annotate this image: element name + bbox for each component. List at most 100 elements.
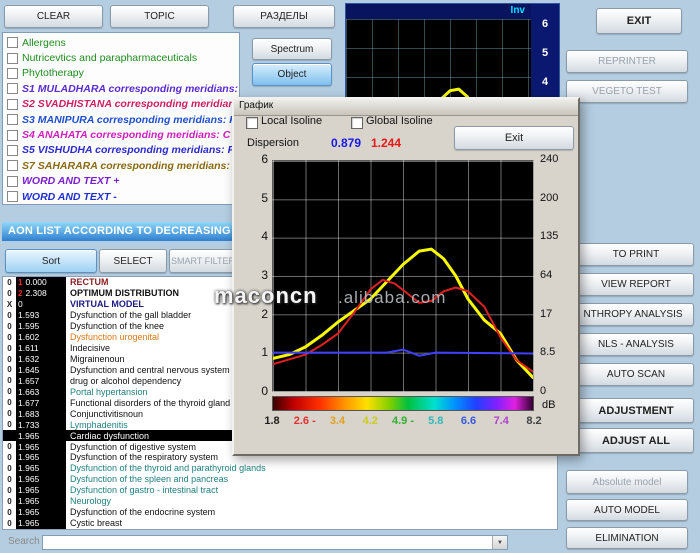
checkbox-icon[interactable] xyxy=(7,145,18,156)
object-button[interactable]: Object xyxy=(252,63,332,86)
row-check-cell[interactable]: 0 xyxy=(3,453,16,462)
category-tree: AllergensNutricevtics and parapharmaceut… xyxy=(2,32,240,205)
tree-item[interactable]: Allergens xyxy=(5,35,239,50)
row-check-cell[interactable]: 0 xyxy=(3,333,16,342)
row-value: 1.611 xyxy=(18,343,39,353)
checkbox-icon[interactable] xyxy=(7,176,18,187)
row-check-cell[interactable]: 0 xyxy=(3,398,16,407)
checkbox-icon[interactable] xyxy=(7,37,18,48)
tree-item-label: S1 MULADHARA corresponding meridians: RP… xyxy=(22,83,240,95)
enthropy-analysis-button[interactable]: NTHROPY ANALYSIS xyxy=(572,303,694,326)
checkbox-icon[interactable] xyxy=(7,130,18,141)
checkbox-icon[interactable] xyxy=(7,83,18,94)
row-value-cell: 1.965 xyxy=(16,507,66,518)
row-check-cell[interactable]: 0 xyxy=(3,508,16,517)
smart-filter-button[interactable]: SMART FILTER xyxy=(169,249,237,273)
row-check-cell[interactable]: 0 xyxy=(3,409,16,418)
row-check-cell[interactable]: 0 xyxy=(3,387,16,396)
tree-item[interactable]: Nutricevtics and parapharmaceuticals xyxy=(5,50,239,65)
nls-analysis-button[interactable]: NLS - ANALYSIS xyxy=(578,333,694,356)
tree-item[interactable]: WORD AND TEXT + xyxy=(5,174,239,189)
clear-button[interactable]: CLEAR xyxy=(4,5,103,28)
tree-item[interactable]: S7 SAHARARA corresponding meridians: VC … xyxy=(5,158,239,173)
row-value-cell: 1.663 xyxy=(16,386,66,397)
tree-item[interactable]: S1 MULADHARA corresponding meridians: RP… xyxy=(5,81,239,96)
table-row[interactable]: 01.965Dysfunction of the endocrine syste… xyxy=(3,507,557,518)
table-row[interactable]: 01.965Dysfunction of the thyroid and par… xyxy=(3,463,557,474)
dialog-titlebar[interactable]: График xyxy=(234,99,578,116)
checkbox-icon[interactable] xyxy=(7,53,18,64)
row-check-cell[interactable]: 0 xyxy=(3,486,16,495)
table-row[interactable]: 01.965Neurology xyxy=(3,496,557,507)
adjustment-button[interactable]: ADJUSTMENT xyxy=(578,398,694,423)
checkbox-icon[interactable] xyxy=(7,114,18,125)
row-check-cell[interactable]: 0 xyxy=(3,278,16,287)
dialog-exit-button[interactable]: Exit xyxy=(454,126,574,150)
table-row[interactable]: 01.965Dysfunction of the spleen and panc… xyxy=(3,474,557,485)
table-row[interactable]: 01.965Dysfunction of gastro - intestinal… xyxy=(3,485,557,496)
spectrum-button[interactable]: Spectrum xyxy=(252,38,332,60)
vegeto-test-button[interactable]: VEGETO TEST xyxy=(566,80,688,103)
y-axis-tick-left: 0 xyxy=(244,384,268,398)
y-axis-tick-right: 8.5 xyxy=(540,346,576,358)
row-check-cell[interactable]: 0 xyxy=(3,344,16,353)
row-check-cell[interactable]: X xyxy=(3,300,16,309)
row-check-cell[interactable]: 0 xyxy=(3,464,16,473)
row-check-cell[interactable]: 0 xyxy=(3,289,16,298)
dropdown-arrow-icon[interactable]: ▼ xyxy=(492,536,507,549)
y-axis-tick-right: 240 xyxy=(540,153,576,165)
to-print-button[interactable]: TO PRINT xyxy=(578,243,694,266)
row-check-cell[interactable]: 0 xyxy=(3,519,16,528)
row-check-cell[interactable]: 0 xyxy=(3,442,16,451)
global-isoline-checkbox[interactable] xyxy=(351,117,363,129)
row-check-cell[interactable]: 0 xyxy=(3,322,16,331)
row-check-cell[interactable]: 0 xyxy=(3,355,16,364)
row-value: 1.965 xyxy=(18,496,39,506)
adjust-all-button[interactable]: ADJUST ALL xyxy=(578,428,694,453)
row-value-cell: 1.965 xyxy=(16,430,66,441)
row-value: 1.602 xyxy=(18,332,39,342)
auto-model-button[interactable]: AUTO MODEL xyxy=(566,499,688,521)
row-value-cell: 0 xyxy=(16,299,66,310)
elimination-button[interactable]: ELIMINATION xyxy=(566,527,688,549)
y-axis-tick-left: 4 xyxy=(244,229,268,243)
select-button[interactable]: SELECT xyxy=(99,249,167,273)
row-check-cell[interactable]: 0 xyxy=(3,365,16,374)
tree-item[interactable]: WORD AND TEXT - xyxy=(5,189,239,204)
row-check-cell[interactable]: 0 xyxy=(3,475,16,484)
tree-item[interactable]: S4 ANAHATA corresponding meridians: C + … xyxy=(5,127,239,142)
reprinter-button[interactable]: REPRINTER xyxy=(566,50,688,73)
row-check-cell[interactable]: 0 xyxy=(3,311,16,320)
view-report-button[interactable]: VIEW REPORT xyxy=(578,273,694,296)
exit-button[interactable]: EXIT xyxy=(596,8,682,34)
checkbox-icon[interactable] xyxy=(7,191,18,202)
row-check-cell[interactable]: 0 xyxy=(3,376,16,385)
table-row[interactable]: 01.965Cystic breast xyxy=(3,518,557,529)
absolute-model-button[interactable]: Absolute model xyxy=(566,470,688,494)
search-combobox[interactable]: ▼ xyxy=(42,535,508,550)
x-axis-tick: 4.2 xyxy=(353,415,387,427)
x-axis-tick: 3.4 xyxy=(321,415,355,427)
row-name: Indecisive xyxy=(66,343,110,353)
checkbox-icon[interactable] xyxy=(7,99,18,110)
tree-item[interactable]: S5 VISHUDHA corresponding meridians: P +… xyxy=(5,143,239,158)
topic-button[interactable]: TOPIC xyxy=(110,5,209,28)
row-value-cell: 1.965 xyxy=(16,496,66,507)
tree-item-label: S5 VISHUDHA corresponding meridians: P +… xyxy=(22,144,240,156)
sort-button[interactable]: Sort xyxy=(5,249,97,273)
row-check-cell[interactable]: 0 xyxy=(3,497,16,506)
row-name: Dysfunction and central nervous system xyxy=(66,365,230,375)
tree-item[interactable]: S3 MANIPURA corresponding meridians: F +… xyxy=(5,112,239,127)
search-input[interactable] xyxy=(43,536,495,549)
auto-scan-button[interactable]: AUTO SCAN xyxy=(578,363,694,386)
row-value-cell: 1.632 xyxy=(16,354,66,365)
tree-item[interactable]: Phytotherapy xyxy=(5,66,239,81)
row-name: Cardiac dysfunction xyxy=(66,431,149,441)
checkbox-icon[interactable] xyxy=(7,68,18,79)
tree-item[interactable]: S2 SVADHISTANA corresponding meridians: … xyxy=(5,97,239,112)
row-check-cell[interactable]: 0 xyxy=(3,420,16,429)
local-isoline-checkbox[interactable] xyxy=(246,117,258,129)
row-value-cell: 1.602 xyxy=(16,332,66,343)
checkbox-icon[interactable] xyxy=(7,160,18,171)
sections-button[interactable]: РАЗДЕЛЫ xyxy=(233,5,335,28)
